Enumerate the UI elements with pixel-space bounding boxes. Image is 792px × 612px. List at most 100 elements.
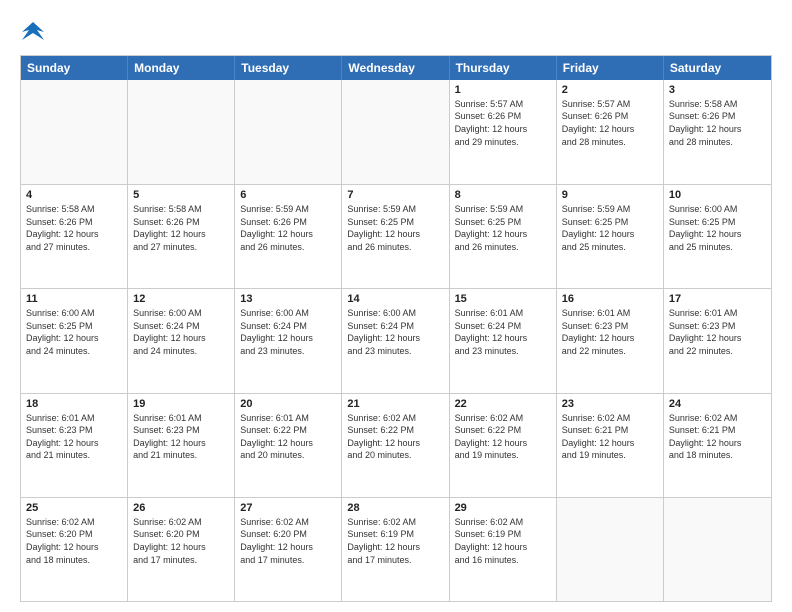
calendar-cell: 8 Sunrise: 5:59 AMSunset: 6:25 PMDaylight… — [450, 185, 557, 288]
header-day-wednesday: Wednesday — [342, 56, 449, 80]
day-info: Sunrise: 5:58 AMSunset: 6:26 PMDaylight:… — [26, 203, 122, 253]
calendar-cell — [21, 80, 128, 184]
day-number: 7 — [347, 189, 443, 201]
day-number: 20 — [240, 398, 336, 410]
calendar-week-2: 4Sunrise: 5:58 AMSunset: 6:26 PMDaylight… — [21, 184, 771, 288]
calendar-cell: 20 Sunrise: 6:01 AMSunset: 6:22 PMDayligh… — [235, 394, 342, 497]
calendar-cell: 2 Sunrise: 5:57 AMSunset: 6:26 PMDaylight… — [557, 80, 664, 184]
header-day-tuesday: Tuesday — [235, 56, 342, 80]
day-info: Sunrise: 6:02 AMSunset: 6:19 PMDaylight:… — [347, 516, 443, 566]
header-day-monday: Monday — [128, 56, 235, 80]
day-info: Sunrise: 6:01 AMSunset: 6:23 PMDaylight:… — [26, 412, 122, 462]
day-info: Sunrise: 5:59 AMSunset: 6:26 PMDaylight:… — [240, 203, 336, 253]
day-number: 14 — [347, 293, 443, 305]
calendar-cell: 7 Sunrise: 5:59 AMSunset: 6:25 PMDaylight… — [342, 185, 449, 288]
day-number: 16 — [562, 293, 658, 305]
day-info: Sunrise: 6:01 AMSunset: 6:23 PMDaylight:… — [562, 307, 658, 357]
calendar-cell: 17Sunrise: 6:01 AMSunset: 6:23 PMDayligh… — [664, 289, 771, 392]
day-number: 28 — [347, 502, 443, 514]
calendar-week-5: 25 Sunrise: 6:02 AMSunset: 6:20 PMDayligh… — [21, 497, 771, 601]
day-number: 11 — [26, 293, 122, 305]
day-info: Sunrise: 6:01 AMSunset: 6:24 PMDaylight:… — [455, 307, 551, 357]
day-info: Sunrise: 5:59 AMSunset: 6:25 PMDaylight:… — [347, 203, 443, 253]
calendar-cell: 18 Sunrise: 6:01 AMSunset: 6:23 PMDayligh… — [21, 394, 128, 497]
header — [20, 16, 772, 47]
day-info: Sunrise: 6:01 AMSunset: 6:23 PMDaylight:… — [133, 412, 229, 462]
calendar-cell: 19 Sunrise: 6:01 AMSunset: 6:23 PMDayligh… — [128, 394, 235, 497]
calendar-cell — [128, 80, 235, 184]
day-number: 12 — [133, 293, 229, 305]
calendar-week-3: 11 Sunrise: 6:00 AMSunset: 6:25 PMDayligh… — [21, 288, 771, 392]
day-number: 22 — [455, 398, 551, 410]
day-info: Sunrise: 6:00 AMSunset: 6:24 PMDaylight:… — [347, 307, 443, 357]
day-number: 29 — [455, 502, 551, 514]
calendar-cell: 9Sunrise: 5:59 AMSunset: 6:25 PMDaylight… — [557, 185, 664, 288]
calendar-cell: 22 Sunrise: 6:02 AMSunset: 6:22 PMDayligh… — [450, 394, 557, 497]
day-number: 15 — [455, 293, 551, 305]
calendar: SundayMondayTuesdayWednesdayThursdayFrid… — [20, 55, 772, 602]
day-number: 26 — [133, 502, 229, 514]
calendar-cell: 21 Sunrise: 6:02 AMSunset: 6:22 PMDayligh… — [342, 394, 449, 497]
calendar-cell: 1 Sunrise: 5:57 AMSunset: 6:26 PMDaylight… — [450, 80, 557, 184]
day-number: 3 — [669, 84, 766, 96]
logo-bird-icon — [22, 20, 44, 42]
calendar-cell: 3 Sunrise: 5:58 AMSunset: 6:26 PMDaylight… — [664, 80, 771, 184]
calendar-cell — [664, 498, 771, 601]
header-day-thursday: Thursday — [450, 56, 557, 80]
day-number: 1 — [455, 84, 551, 96]
day-info: Sunrise: 6:00 AMSunset: 6:25 PMDaylight:… — [26, 307, 122, 357]
calendar-cell: 27 Sunrise: 6:02 AMSunset: 6:20 PMDayligh… — [235, 498, 342, 601]
day-info: Sunrise: 6:02 AMSunset: 6:19 PMDaylight:… — [455, 516, 551, 566]
header-day-sunday: Sunday — [21, 56, 128, 80]
day-info: Sunrise: 6:02 AMSunset: 6:20 PMDaylight:… — [240, 516, 336, 566]
calendar-cell: 16 Sunrise: 6:01 AMSunset: 6:23 PMDayligh… — [557, 289, 664, 392]
calendar-cell: 6 Sunrise: 5:59 AMSunset: 6:26 PMDaylight… — [235, 185, 342, 288]
calendar-cell: 26 Sunrise: 6:02 AMSunset: 6:20 PMDayligh… — [128, 498, 235, 601]
day-number: 25 — [26, 502, 122, 514]
day-info: Sunrise: 6:02 AMSunset: 6:20 PMDaylight:… — [26, 516, 122, 566]
day-info: Sunrise: 6:00 AMSunset: 6:24 PMDaylight:… — [240, 307, 336, 357]
day-number: 21 — [347, 398, 443, 410]
calendar-week-4: 18 Sunrise: 6:01 AMSunset: 6:23 PMDayligh… — [21, 393, 771, 497]
calendar-week-1: 1 Sunrise: 5:57 AMSunset: 6:26 PMDaylight… — [21, 80, 771, 184]
day-number: 10 — [669, 189, 766, 201]
calendar-cell: 28 Sunrise: 6:02 AMSunset: 6:19 PMDayligh… — [342, 498, 449, 601]
day-number: 18 — [26, 398, 122, 410]
calendar-cell: 10Sunrise: 6:00 AMSunset: 6:25 PMDayligh… — [664, 185, 771, 288]
day-info: Sunrise: 6:02 AMSunset: 6:21 PMDaylight:… — [669, 412, 766, 462]
day-info: Sunrise: 6:02 AMSunset: 6:21 PMDaylight:… — [562, 412, 658, 462]
day-info: Sunrise: 5:57 AMSunset: 6:26 PMDaylight:… — [562, 98, 658, 148]
calendar-cell: 14 Sunrise: 6:00 AMSunset: 6:24 PMDayligh… — [342, 289, 449, 392]
calendar-header: SundayMondayTuesdayWednesdayThursdayFrid… — [21, 56, 771, 80]
calendar-cell: 23Sunrise: 6:02 AMSunset: 6:21 PMDayligh… — [557, 394, 664, 497]
day-info: Sunrise: 6:01 AMSunset: 6:22 PMDaylight:… — [240, 412, 336, 462]
day-info: Sunrise: 5:58 AMSunset: 6:26 PMDaylight:… — [133, 203, 229, 253]
day-number: 27 — [240, 502, 336, 514]
day-info: Sunrise: 5:58 AMSunset: 6:26 PMDaylight:… — [669, 98, 766, 148]
calendar-cell — [342, 80, 449, 184]
day-info: Sunrise: 6:02 AMSunset: 6:22 PMDaylight:… — [455, 412, 551, 462]
calendar-cell: 4Sunrise: 5:58 AMSunset: 6:26 PMDaylight… — [21, 185, 128, 288]
day-number: 5 — [133, 189, 229, 201]
day-number: 24 — [669, 398, 766, 410]
day-info: Sunrise: 6:02 AMSunset: 6:20 PMDaylight:… — [133, 516, 229, 566]
calendar-body: 1 Sunrise: 5:57 AMSunset: 6:26 PMDaylight… — [21, 80, 771, 601]
day-info: Sunrise: 6:02 AMSunset: 6:22 PMDaylight:… — [347, 412, 443, 462]
calendar-cell: 24 Sunrise: 6:02 AMSunset: 6:21 PMDayligh… — [664, 394, 771, 497]
calendar-cell — [557, 498, 664, 601]
day-number: 13 — [240, 293, 336, 305]
header-day-friday: Friday — [557, 56, 664, 80]
calendar-cell: 11 Sunrise: 6:00 AMSunset: 6:25 PMDayligh… — [21, 289, 128, 392]
day-number: 6 — [240, 189, 336, 201]
page: SundayMondayTuesdayWednesdayThursdayFrid… — [0, 0, 792, 612]
calendar-cell: 25 Sunrise: 6:02 AMSunset: 6:20 PMDayligh… — [21, 498, 128, 601]
day-info: Sunrise: 5:57 AMSunset: 6:26 PMDaylight:… — [455, 98, 551, 148]
day-number: 17 — [669, 293, 766, 305]
header-day-saturday: Saturday — [664, 56, 771, 80]
day-info: Sunrise: 5:59 AMSunset: 6:25 PMDaylight:… — [455, 203, 551, 253]
day-number: 8 — [455, 189, 551, 201]
day-number: 19 — [133, 398, 229, 410]
day-number: 2 — [562, 84, 658, 96]
logo — [20, 20, 44, 47]
day-number: 9 — [562, 189, 658, 201]
